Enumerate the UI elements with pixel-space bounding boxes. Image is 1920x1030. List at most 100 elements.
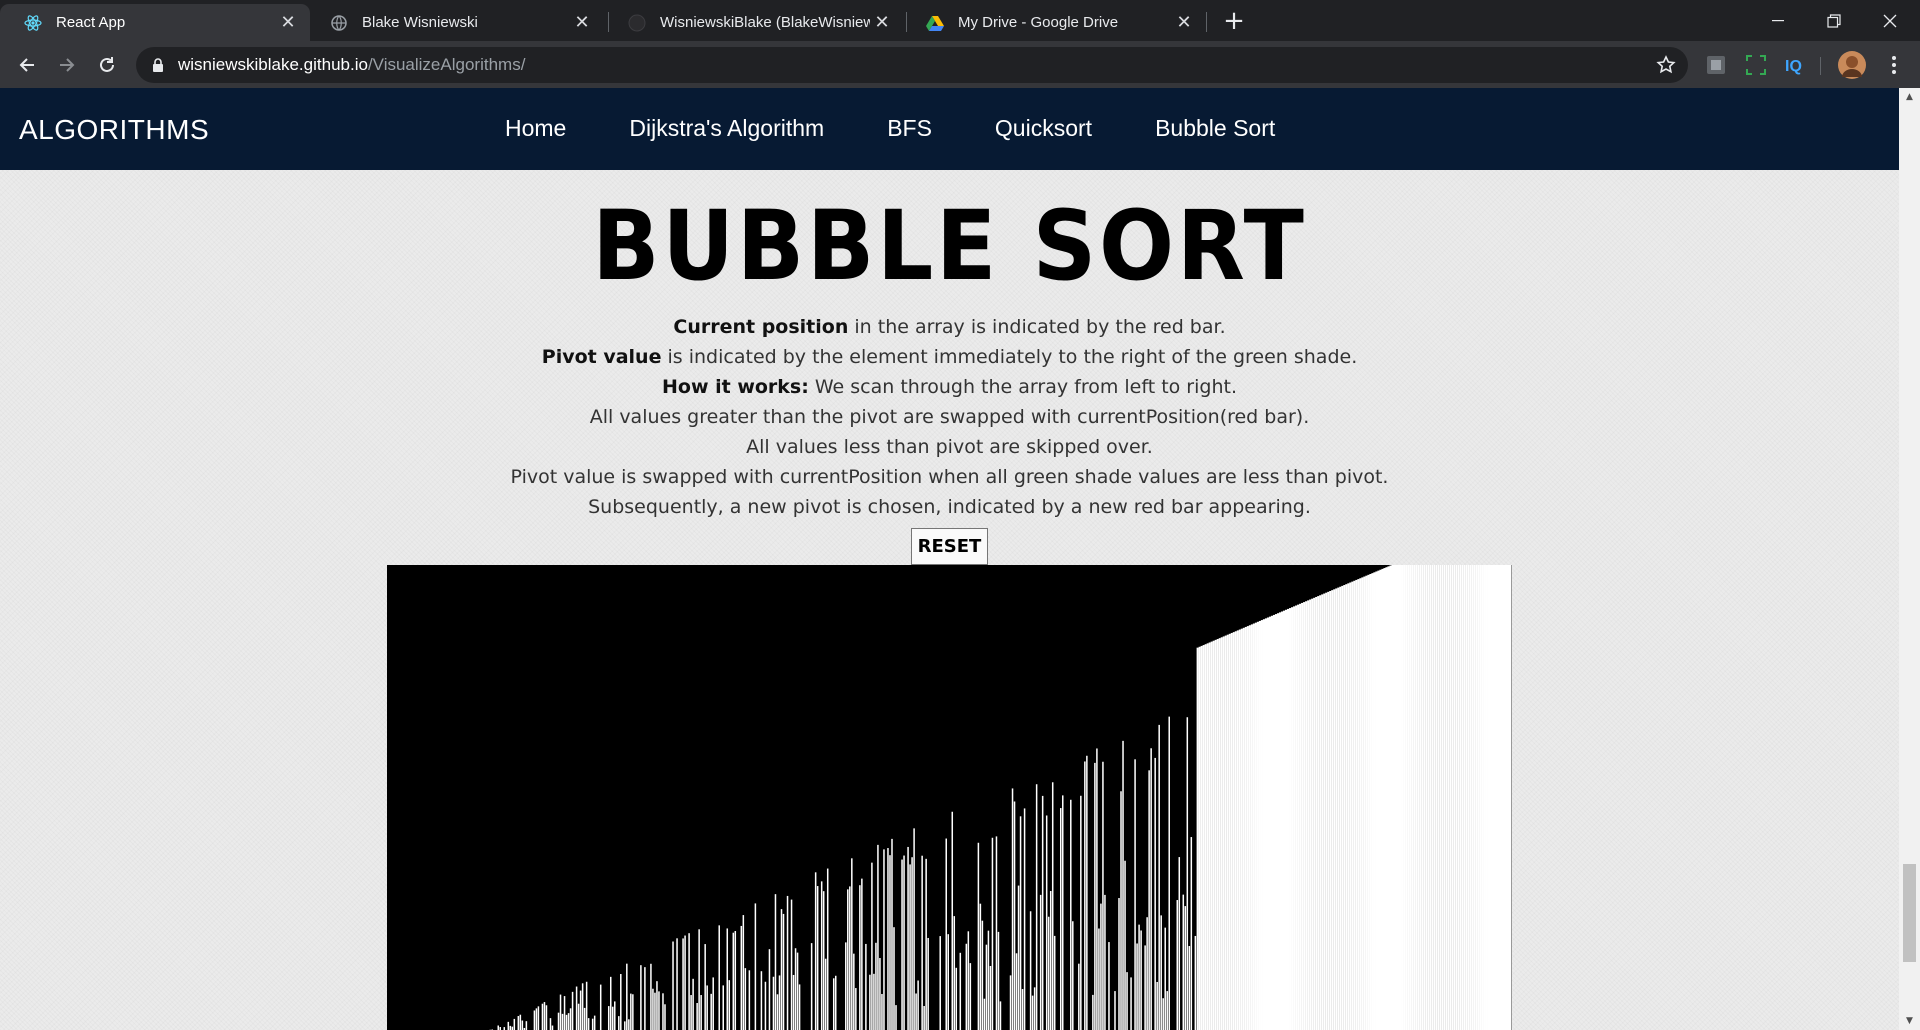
- avatar[interactable]: [1838, 51, 1866, 79]
- array-bar: [965, 943, 968, 1030]
- array-bar: [967, 931, 970, 1030]
- array-bar: [1009, 975, 1012, 1030]
- array-bar: [563, 996, 566, 1030]
- array-bar: [1369, 573, 1372, 1030]
- page-scrollbar[interactable]: ▲ ▼: [1899, 88, 1920, 1030]
- array-bar: [1222, 636, 1225, 1030]
- nav-link-dijkstra[interactable]: Dijkstra's Algorithm: [629, 115, 824, 142]
- array-bar: [1230, 632, 1233, 1030]
- restore-button[interactable]: [1808, 0, 1860, 41]
- array-bar: [1291, 607, 1294, 1030]
- tab-react-app[interactable]: React App ✕: [0, 4, 310, 41]
- array-bar: [1367, 574, 1370, 1030]
- array-bar: [1485, 565, 1488, 1030]
- reload-icon: [100, 57, 114, 72]
- bookmark-star-icon[interactable]: [1656, 55, 1676, 75]
- reload-button[interactable]: [92, 50, 122, 80]
- array-bar: [1311, 598, 1314, 1030]
- tab-github[interactable]: WisniewskiBlake (BlakeWisniewski ✕: [604, 4, 904, 41]
- array-bar: [1339, 586, 1342, 1030]
- close-icon[interactable]: ✕: [870, 11, 894, 35]
- new-tab-button[interactable]: +: [1220, 7, 1248, 35]
- array-bar: [909, 864, 911, 1030]
- react-icon: [24, 14, 42, 32]
- array-bar: [726, 928, 729, 1030]
- array-bar: [875, 942, 877, 1030]
- array-bar: [1154, 757, 1156, 1030]
- browser-toolbar: wisniewskiblake.github.io/VisualizeAlgor…: [0, 41, 1920, 88]
- menu-kebab-icon[interactable]: [1882, 53, 1906, 77]
- array-bar: [1475, 565, 1478, 1030]
- forward-arrow-icon: [60, 58, 75, 72]
- minimize-button[interactable]: [1752, 0, 1804, 41]
- tab-google-drive[interactable]: My Drive - Google Drive ✕: [902, 4, 1206, 41]
- array-bar: [549, 1018, 552, 1030]
- scrollbar-thumb[interactable]: [1903, 864, 1916, 962]
- array-bar: [1357, 579, 1360, 1030]
- forward-button[interactable]: [52, 50, 82, 80]
- array-bar: [684, 935, 686, 1030]
- array-bar: [1202, 645, 1205, 1030]
- array-bar: [816, 886, 819, 1030]
- array-bar: [1389, 565, 1392, 1030]
- array-bar: [1429, 565, 1432, 1030]
- tab-blake-wisniewski[interactable]: Blake Wisniewski ✕: [306, 4, 604, 41]
- array-bar: [1124, 860, 1126, 1030]
- array-bar: [1405, 565, 1408, 1030]
- array-bar: [1168, 716, 1170, 1030]
- scroll-up-arrow-icon[interactable]: ▲: [1904, 92, 1915, 102]
- description-line: Pivot value is indicated by the element …: [0, 342, 1899, 372]
- extension-icon[interactable]: [1704, 53, 1728, 77]
- array-bar: [718, 925, 720, 1030]
- array-bar: [672, 941, 674, 1030]
- array-bar: [794, 948, 797, 1030]
- brand-logo[interactable]: ALGORITHMS: [19, 114, 209, 146]
- array-bar: [1387, 566, 1390, 1030]
- array-bar: [1150, 748, 1152, 1030]
- back-button[interactable]: [12, 50, 42, 80]
- array-bar: [696, 1003, 698, 1030]
- svg-text:IQ: IQ: [1785, 58, 1802, 75]
- array-bar: [1160, 915, 1162, 1030]
- description-text: All values greater than the pivot are sw…: [589, 406, 1310, 428]
- close-icon[interactable]: ✕: [570, 11, 594, 35]
- sort-visualization: [387, 565, 1512, 1030]
- nav-link-bubble-sort[interactable]: Bubble Sort: [1155, 115, 1275, 142]
- nav-link-home[interactable]: Home: [505, 115, 566, 142]
- array-bar: [1226, 634, 1229, 1030]
- close-window-button[interactable]: [1864, 0, 1916, 41]
- array-bar: [911, 857, 913, 1030]
- array-bar: [969, 963, 972, 1030]
- array-bar: [1487, 565, 1490, 1030]
- array-bar: [778, 975, 781, 1030]
- close-icon[interactable]: ✕: [1172, 11, 1196, 35]
- array-bar: [1335, 588, 1338, 1030]
- address-bar[interactable]: wisniewskiblake.github.io/VisualizeAlgor…: [136, 47, 1688, 83]
- array-bar: [1331, 590, 1334, 1030]
- array-bar: [706, 985, 708, 1030]
- array-bar: [1120, 791, 1122, 1030]
- array-bar: [1102, 761, 1104, 1030]
- array-bar: [1049, 891, 1052, 1030]
- array-bar: [772, 976, 775, 1030]
- array-bar: [1270, 615, 1274, 1030]
- array-bar: [712, 977, 714, 1030]
- nav-link-bfs[interactable]: BFS: [887, 115, 932, 142]
- reset-button[interactable]: RESET: [911, 528, 988, 565]
- array-bar: [786, 895, 789, 1030]
- array-bar: [1100, 903, 1102, 1030]
- array-bar: [1031, 995, 1034, 1030]
- array-bar: [1011, 788, 1014, 1030]
- close-icon[interactable]: ✕: [276, 11, 300, 35]
- description-line: How it works: We scan through the array …: [0, 372, 1899, 402]
- iq-extension-icon[interactable]: IQ: [1784, 53, 1808, 77]
- screenshot-extension-icon[interactable]: [1744, 53, 1768, 77]
- nav-link-quicksort[interactable]: Quicksort: [995, 115, 1092, 142]
- array-bar: [1114, 991, 1116, 1030]
- array-bar: [822, 891, 825, 1030]
- nav-links: Home Dijkstra's Algorithm BFS Quicksort …: [505, 115, 1338, 142]
- array-bar: [939, 936, 941, 1030]
- description-bold: Pivot value: [541, 346, 662, 368]
- scroll-down-arrow-icon[interactable]: ▼: [1904, 1016, 1915, 1026]
- array-bar: [537, 1006, 540, 1030]
